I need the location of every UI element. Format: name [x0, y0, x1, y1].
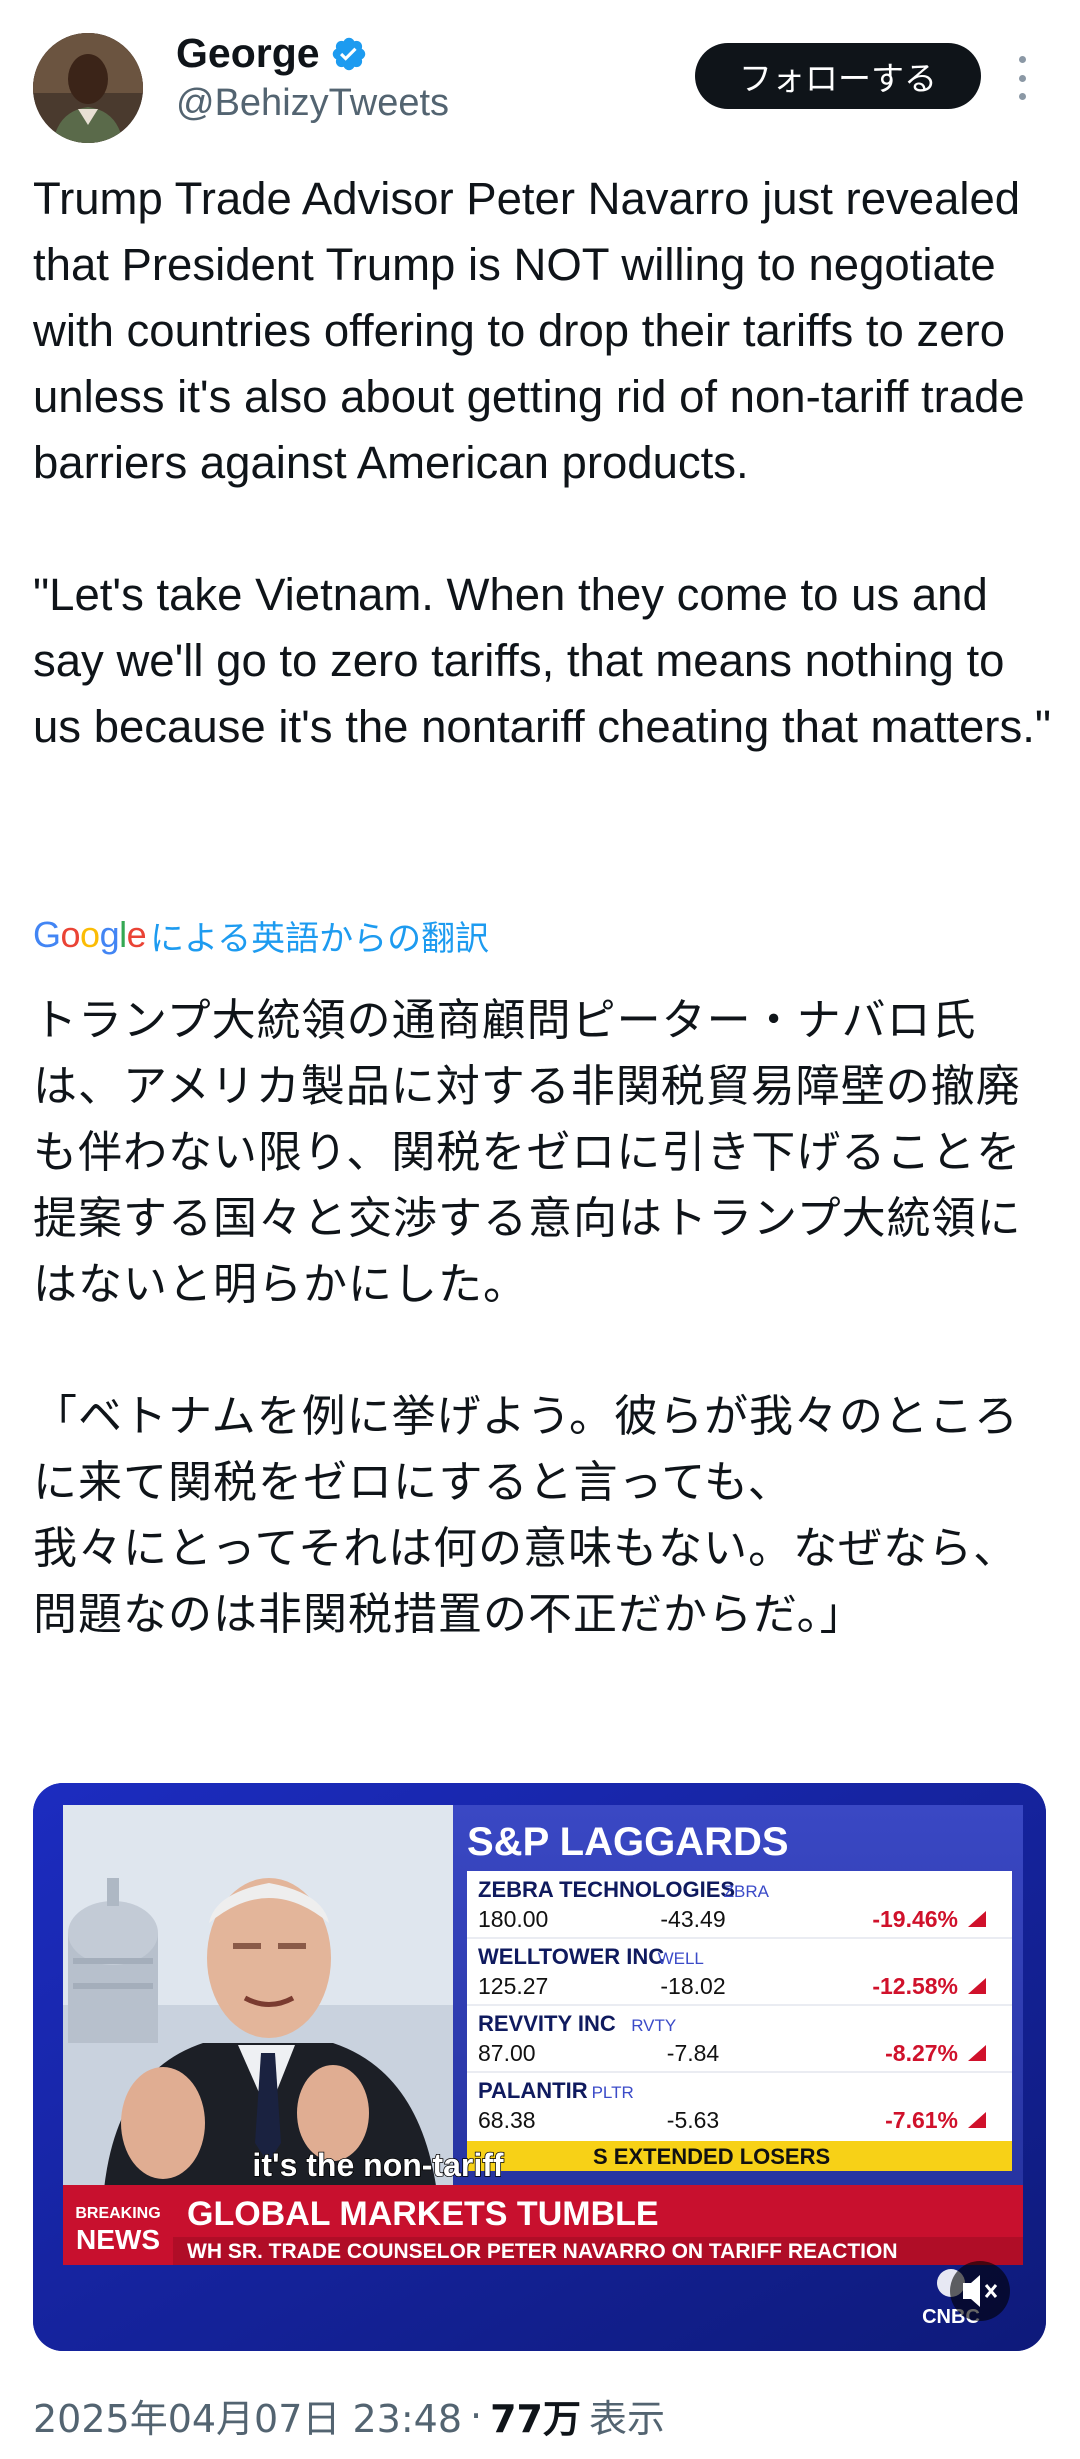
speaker-area [63, 1805, 463, 2200]
name-row: George [176, 30, 368, 77]
verified-badge-icon [332, 37, 365, 70]
stock-name: ZEBRA TECHNOLOGIES [478, 1877, 735, 1902]
tweet-text-original: Trump Trade Advisor Peter Navarro just r… [33, 173, 1051, 752]
ticker-strip: S EXTENDED LOSERS [593, 2144, 830, 2169]
follow-button[interactable]: フォローする [695, 43, 981, 109]
stock-name: REVVITY INC [478, 2011, 616, 2036]
stock-pct: -12.58% [872, 1973, 958, 1999]
stock-ticker: PLTR [592, 2083, 634, 2102]
headline: GLOBAL MARKETS TUMBLE [187, 2195, 659, 2233]
stock-name: WELLTOWER INC [478, 1944, 664, 1969]
stock-pct: -7.61% [885, 2107, 958, 2133]
mute-icon[interactable] [950, 2261, 1010, 2321]
stock-change: -7.84 [667, 2040, 720, 2066]
subheadline: WH SR. TRADE COUNSELOR PETER NAVARRO ON … [187, 2240, 898, 2263]
stock-ticker: RVTY [631, 2016, 676, 2035]
breaking-bottom: NEWS [76, 2224, 160, 2255]
stock-price: 125.27 [478, 1973, 548, 1999]
stock-name: PALANTIR [478, 2078, 588, 2103]
stock-change: -43.49 [660, 1906, 725, 1932]
timestamp[interactable]: 2025年04月07日 23:48 [33, 2388, 462, 2443]
tweet-header: George @BehizyTweets フォローする [0, 0, 1080, 160]
stock-price: 68.38 [478, 2107, 536, 2133]
translation-label: による英語からの翻訳 [150, 918, 490, 959]
more-options-icon[interactable] [1012, 56, 1032, 100]
google-logo: Google [33, 914, 147, 955]
translation-attribution[interactable]: Google による英語からの翻訳 [33, 910, 489, 960]
avatar-image [33, 33, 143, 143]
view-count: 77万 [490, 2397, 581, 2441]
view-label: 表示 [589, 2397, 666, 2441]
breaking-top: BREAKING [75, 2205, 160, 2222]
board-title: S&P LAGGARDS [467, 1820, 789, 1864]
stock-price: 180.00 [478, 1906, 548, 1932]
stock-change: -18.02 [660, 1973, 725, 1999]
video-media[interactable]: S&P LAGGARDS ZEBRA TECHNOLOGIES ZBRA 180.0… [33, 1783, 1046, 2351]
stock-ticker: WELL [658, 1949, 704, 1968]
tweet-meta: 2025年04月07日 23:48 · 77万 表示 [33, 2388, 665, 2443]
lower-third: BREAKING NEWS GLOBAL MARKETS TUMBLE WH S… [63, 2185, 1023, 2265]
stock-pct: -19.46% [872, 1906, 958, 1932]
user-handle[interactable]: @BehizyTweets [176, 82, 449, 125]
tweet-text-translated: トランプ大統領の通商顧問ピーター・ナバロ氏は、アメリカ製品に対する非関税貿易障壁… [33, 995, 1022, 1640]
stock-board: S&P LAGGARDS ZEBRA TECHNOLOGIESZBRA 180.0… [453, 1805, 1023, 2200]
meta-separator: · [470, 2393, 483, 2438]
stock-change: -5.63 [667, 2107, 719, 2133]
stock-pct: -8.27% [885, 2040, 958, 2066]
display-name[interactable]: George [176, 30, 320, 77]
avatar[interactable] [33, 33, 143, 143]
stock-price: 87.00 [478, 2040, 536, 2066]
stock-ticker: ZBRA [724, 1882, 770, 1901]
video-caption: it's the non-tariff [252, 2147, 503, 2183]
video-frame: S&P LAGGARDS ZEBRA TECHNOLOGIESZBRA 180.0… [33, 1783, 1046, 2351]
